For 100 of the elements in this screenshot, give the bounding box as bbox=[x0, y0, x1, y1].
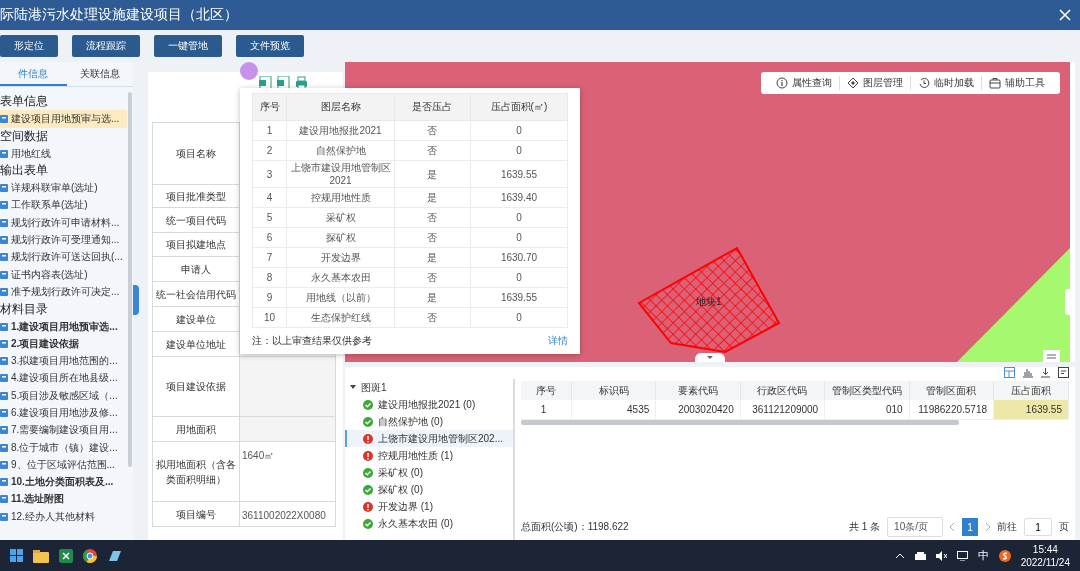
toolbar-button[interactable]: 形定位 bbox=[0, 35, 58, 57]
tree-item[interactable]: 3.拟建项目用地范围的... bbox=[0, 352, 127, 370]
table-cell: 1639.55 bbox=[993, 400, 1069, 420]
field-label: 申请人 bbox=[152, 256, 240, 282]
tree-item[interactable]: 证书内容表(选址) bbox=[0, 265, 127, 284]
parcel-label: 地块1 bbox=[696, 295, 722, 309]
page-size-dropdown[interactable]: 10条/页 bbox=[887, 517, 943, 537]
table-cell: 否 bbox=[394, 267, 471, 288]
table-cell: 4 bbox=[252, 187, 287, 208]
table-cell: 0 bbox=[470, 227, 568, 248]
field-value: 1640㎡ bbox=[239, 441, 336, 502]
tree-item[interactable]: 12.经办人其他材料 bbox=[0, 508, 127, 526]
tree-item[interactable]: 准予规划行政许可决定... bbox=[0, 283, 127, 301]
table-cell: 8 bbox=[252, 267, 287, 288]
total-area-text: 总面积(公顷)：1198.622 bbox=[521, 520, 629, 534]
map-tool-button[interactable]: 图层管理 bbox=[840, 76, 911, 90]
tree-item[interactable]: 9、位于区域评估范围... bbox=[0, 456, 127, 474]
tree-item[interactable]: 5.项目涉及敏感区域（... bbox=[0, 387, 127, 405]
tree-item[interactable]: 8.位于城市（镇）建设... bbox=[0, 438, 127, 457]
window-title: 际陆港污水处理设施建设项目（北区） bbox=[0, 6, 238, 24]
tree-item[interactable]: 2.项目建设依据 bbox=[0, 335, 127, 353]
tab[interactable]: 件信息 bbox=[0, 64, 67, 86]
column-header: 要素代码 bbox=[655, 381, 741, 400]
table-cell: 用地线（以前） bbox=[286, 287, 395, 308]
table-cell: 生态保护红线 bbox=[286, 307, 395, 328]
toolbar-button[interactable]: 一键管地 bbox=[154, 35, 222, 57]
page-button[interactable]: 1 bbox=[962, 518, 978, 536]
field-label: 统一项目代码 bbox=[152, 207, 240, 233]
tree-item[interactable]: 采矿权 (0) bbox=[345, 464, 513, 481]
tree-item[interactable]: 上饶市建设用地管制区202... bbox=[345, 430, 513, 447]
tree-item[interactable]: 永久基本农田 (0) bbox=[345, 515, 513, 532]
group-heading: 输出表单 bbox=[0, 162, 49, 180]
goto-label: 前往 bbox=[997, 520, 1017, 534]
tree-item[interactable]: 用地红线 bbox=[0, 144, 127, 163]
tree-item[interactable]: 详规科联审单(选址) bbox=[0, 179, 127, 197]
column-header: 压占面积(㎡) bbox=[470, 93, 568, 121]
table-cell: 上饶市建设用地管制区2021 bbox=[286, 160, 395, 188]
details-link[interactable]: 详情 bbox=[548, 334, 568, 348]
tree-item[interactable]: 1.建设项目用地预审选... bbox=[0, 317, 127, 336]
tree-node[interactable]: 图斑1 bbox=[345, 379, 513, 396]
input-method-indicator[interactable]: 中 bbox=[977, 548, 989, 563]
tree-item[interactable]: 建设用地报批2021 (0) bbox=[345, 396, 513, 413]
column-header: 管制区面积 bbox=[909, 381, 994, 400]
table-cell: 是 bbox=[394, 287, 471, 308]
table-cell: 6 bbox=[252, 227, 287, 248]
group-heading: 表单信息 bbox=[0, 93, 49, 110]
table-cell: 1639.55 bbox=[470, 287, 568, 308]
tree-item[interactable]: 10.土地分类面积表及... bbox=[0, 473, 127, 491]
table-cell: 1 bbox=[521, 400, 572, 420]
table-cell: 10 bbox=[252, 307, 287, 328]
table-cell: 永久基本农田 bbox=[286, 267, 395, 288]
tree-item[interactable]: 6.建设项目用地涉及修... bbox=[0, 404, 127, 422]
tab[interactable]: 关联信息 bbox=[66, 64, 133, 86]
column-header: 图层名称 bbox=[286, 93, 395, 121]
table-cell: 否 bbox=[394, 227, 471, 248]
tree-item[interactable]: 规划行政许可送达回执(... bbox=[0, 248, 127, 266]
tree-item[interactable]: 自然保护地 (0) bbox=[345, 413, 513, 430]
table-cell: 1630.70 bbox=[470, 247, 568, 268]
group-heading: 空间数据 bbox=[0, 127, 49, 145]
tree-item[interactable]: 7.需要编制建设项目用... bbox=[0, 421, 127, 439]
map-tool-button[interactable]: 辅助工具 bbox=[982, 76, 1052, 90]
table-cell: 0 bbox=[470, 207, 568, 228]
table-cell: 9 bbox=[252, 287, 287, 308]
table-cell: 是 bbox=[394, 247, 471, 268]
clock-time: 15:44 bbox=[1032, 542, 1058, 556]
column-header: 序号 bbox=[252, 93, 287, 121]
column-header: 压占面积 bbox=[993, 381, 1069, 400]
table-cell: 开发边界 bbox=[286, 247, 395, 268]
tree-item[interactable]: 11.选址附图 bbox=[0, 490, 127, 509]
table-cell: 4535 bbox=[571, 400, 656, 420]
table-cell: 否 bbox=[394, 307, 471, 328]
field-label: 用地面积 bbox=[152, 416, 240, 442]
table-cell: 1 bbox=[252, 120, 287, 141]
toolbar-button[interactable]: 流程跟踪 bbox=[72, 35, 140, 57]
table-cell: 控规用地性质 bbox=[286, 187, 395, 208]
tree-item[interactable]: 规划行政许可受理通知... bbox=[0, 231, 127, 249]
field-label: 项目名称 bbox=[152, 122, 240, 185]
table-cell: 1639.40 bbox=[470, 187, 568, 208]
table-cell: 自然保护地 bbox=[286, 140, 395, 161]
table-cell: 0 bbox=[470, 140, 568, 161]
map-tool-button[interactable]: 临时加载 bbox=[911, 76, 982, 90]
column-header: 管制区类型代码 bbox=[824, 381, 910, 400]
tree-item[interactable]: 控规用地性质 (1) bbox=[345, 447, 513, 464]
table-cell: 是 bbox=[394, 160, 471, 188]
tree-item[interactable]: 探矿权 (0) bbox=[345, 481, 513, 498]
page-input[interactable]: 1 bbox=[1024, 518, 1052, 536]
field-label: 拟用地面积（含各类面积明细） bbox=[152, 441, 240, 502]
toolbar-button[interactable]: 文件预览 bbox=[236, 35, 304, 57]
tree-item[interactable]: 规划行政许可申请材料... bbox=[0, 214, 127, 232]
tree-item[interactable]: 建设项目用地预审与选... bbox=[0, 110, 127, 128]
tree-item[interactable]: 工作联系单(选址) bbox=[0, 196, 127, 215]
table-cell: 否 bbox=[394, 207, 471, 228]
table-cell: 5 bbox=[252, 207, 287, 228]
tree-item[interactable]: 4.建设项目所在地县级... bbox=[0, 369, 127, 388]
column-header: 标识码 bbox=[571, 381, 656, 400]
column-header: 是否压占 bbox=[394, 93, 471, 121]
table-cell: 7 bbox=[252, 247, 287, 268]
table-cell: 采矿权 bbox=[286, 207, 395, 228]
map-tool-button[interactable]: 属性查询 bbox=[769, 76, 840, 90]
tree-item[interactable]: 开发边界 (1) bbox=[345, 498, 513, 515]
